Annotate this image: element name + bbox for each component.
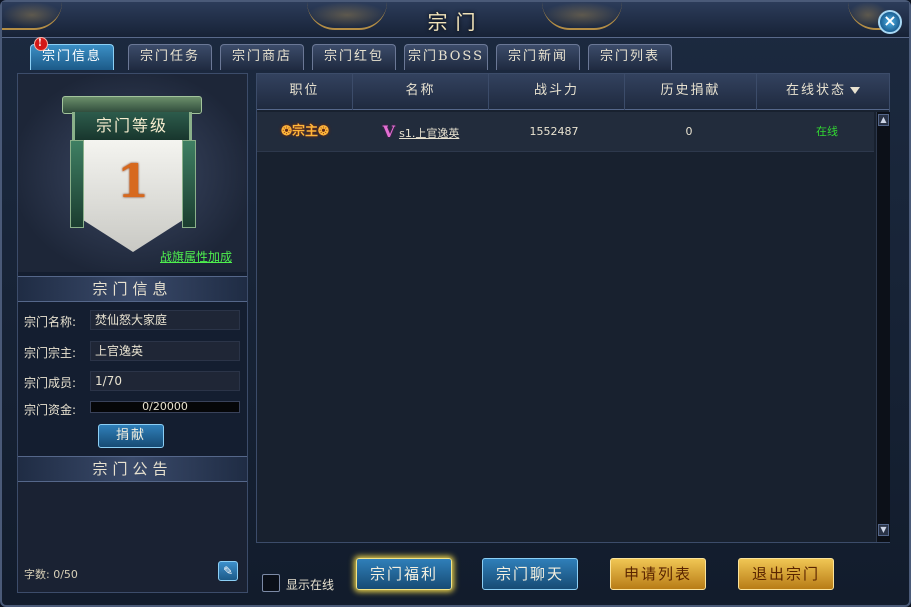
member-donation: 0 <box>685 125 693 138</box>
pencil-icon[interactable]: ✎ <box>218 561 238 581</box>
column-header-status-label: 在线状态 <box>785 83 846 98</box>
scroll-up-icon[interactable]: ▲ <box>878 114 889 126</box>
guild-info-panel: 宗门等级 1 战旗属性加成 宗门信息 宗门名称: 焚仙怒大家庭 宗门宗主: 上官… <box>17 73 248 593</box>
tab-guild-news[interactable]: 宗门新闻 <box>496 44 580 70</box>
banner-title: 宗门等级 <box>72 112 192 140</box>
notice-char-count: 字数: 0/50 <box>24 568 78 581</box>
alert-icon: ! <box>34 37 48 51</box>
funds-progress-bar: 0/20000 <box>90 400 240 413</box>
column-header-power[interactable]: 战斗力 <box>489 74 625 110</box>
guild-name-label: 宗门名称: <box>24 315 77 329</box>
guild-members-value: 1/70 <box>90 371 240 391</box>
member-power: 1552487 <box>529 125 579 138</box>
table-row[interactable]: ❂宗主❂ Vs1.上官逸英 1552487 0 在线 <box>257 112 874 152</box>
tab-guild-redpacket[interactable]: 宗门红包 <box>312 44 396 70</box>
guild-window: 宗门 × 宗门信息 ! 宗门任务 宗门商店 宗门红包 宗门BOSS 宗门新闻 宗… <box>0 0 911 607</box>
guild-funds-row: 宗门资金: 0/20000 <box>24 398 242 420</box>
scroll-down-icon[interactable]: ▼ <box>878 524 889 536</box>
tab-guild-tasks[interactable]: 宗门任务 <box>128 44 212 70</box>
column-header-status[interactable]: 在线状态 <box>757 74 889 110</box>
tab-guild-shop[interactable]: 宗门商店 <box>220 44 304 70</box>
member-table: 职位 名称 战斗力 历史捐献 在线状态 ❂宗主❂ Vs1.上官逸英 155248… <box>256 73 890 543</box>
member-name-link[interactable]: s1.上官逸英 <box>399 127 459 140</box>
member-position-label: 宗主 <box>291 124 318 139</box>
application-list-button[interactable]: 申请列表 <box>610 558 706 590</box>
guild-info-header: 宗门信息 <box>18 276 247 302</box>
funds-progress-text: 0/20000 <box>142 400 188 413</box>
banner-ribbon-icon <box>70 140 84 228</box>
guild-level: 1 <box>116 154 149 208</box>
member-position: ❂宗主❂ <box>257 112 353 152</box>
guild-welfare-button[interactable]: 宗门福利 <box>356 558 452 590</box>
guild-chat-button[interactable]: 宗门聊天 <box>482 558 578 590</box>
close-icon[interactable]: × <box>878 10 902 34</box>
guild-leader-label: 宗门宗主: <box>24 346 77 360</box>
column-header-position[interactable]: 职位 <box>257 74 353 110</box>
guild-name-row: 宗门名称: 焚仙怒大家庭 <box>24 310 242 332</box>
show-online-label: 显示在线 <box>286 578 335 592</box>
donate-button[interactable]: 捐献 <box>98 424 164 448</box>
table-header: 职位 名称 战斗力 历史捐献 在线状态 <box>257 74 889 110</box>
sort-down-icon <box>850 87 860 94</box>
table-scrollbar[interactable]: ▲ ▼ <box>876 112 890 542</box>
column-header-name[interactable]: 名称 <box>353 74 489 110</box>
guild-leader-row: 宗门宗主: 上官逸英 <box>24 341 242 363</box>
banner-ribbon-icon <box>182 140 196 228</box>
guild-notice-area: 字数: 0/50 ✎ <box>18 482 247 592</box>
guild-leader-value: 上官逸英 <box>90 341 240 361</box>
show-online-checkbox[interactable] <box>262 574 280 592</box>
tab-label: 宗门信息 <box>41 49 102 64</box>
tab-guild-info[interactable]: 宗门信息 ! <box>30 37 114 70</box>
tab-guild-list[interactable]: 宗门列表 <box>588 44 672 70</box>
bottom-action-bar: 显示在线 宗门福利 宗门聊天 申请列表 退出宗门 <box>256 550 890 598</box>
guild-funds-label: 宗门资金: <box>24 403 77 417</box>
guild-name-value: 焚仙怒大家庭 <box>90 310 240 330</box>
tab-guild-boss[interactable]: 宗门BOSS <box>404 44 488 70</box>
guild-notice-header: 宗门公告 <box>18 456 247 482</box>
member-name-cell: Vs1.上官逸英 <box>353 112 489 152</box>
leader-badge-icon: ❂宗主❂ <box>281 124 329 139</box>
leave-guild-button[interactable]: 退出宗门 <box>738 558 834 590</box>
guild-members-label: 宗门成员: <box>24 376 77 390</box>
window-title: 宗门 <box>427 10 484 34</box>
title-bar: 宗门 × <box>2 2 909 38</box>
guild-members-row: 宗门成员: 1/70 <box>24 371 242 393</box>
banner-attribute-link[interactable]: 战旗属性加成 <box>160 248 232 265</box>
vip-icon: V <box>382 122 396 141</box>
column-header-donation[interactable]: 历史捐献 <box>625 74 757 110</box>
guild-banner: 宗门等级 1 战旗属性加成 <box>18 74 247 272</box>
